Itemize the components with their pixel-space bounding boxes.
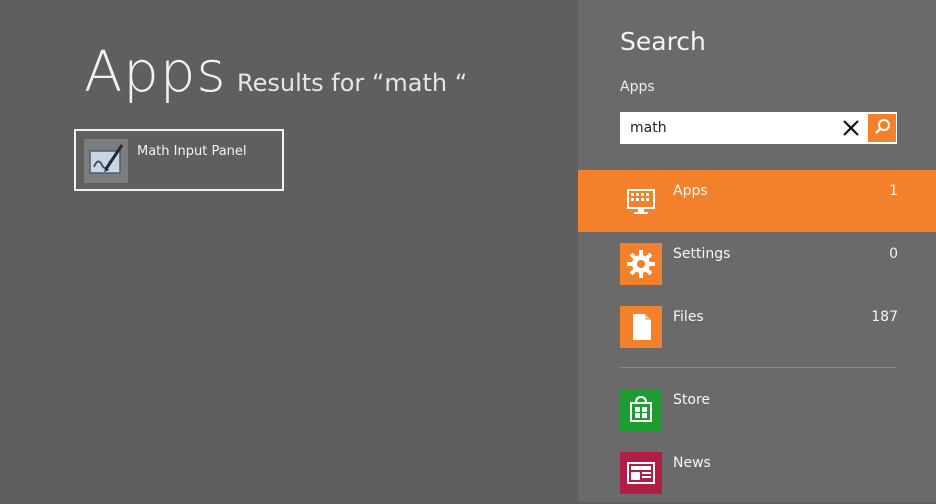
app-news[interactable]: News xyxy=(578,442,936,504)
scope-count: 187 xyxy=(871,309,898,325)
search-pane: Search Apps math Apps 1 Settings 0 Files… xyxy=(578,0,936,502)
store-icon xyxy=(620,389,662,431)
search-pane-title: Search xyxy=(620,27,706,56)
scope-count: 1 xyxy=(889,183,898,199)
clear-search-button[interactable] xyxy=(838,115,864,141)
gear-icon xyxy=(620,243,662,285)
apps-monitor-icon xyxy=(620,180,662,222)
scope-name: Files xyxy=(673,309,704,325)
math-input-panel-icon xyxy=(84,139,128,183)
page-title: Apps xyxy=(84,40,227,105)
news-icon xyxy=(620,452,662,494)
scope-name: Apps xyxy=(673,183,708,199)
scope-divider xyxy=(620,367,897,368)
search-input[interactable] xyxy=(620,112,845,144)
search-go-button[interactable] xyxy=(868,114,896,142)
file-icon xyxy=(620,306,662,348)
app-name: Store xyxy=(673,392,711,408)
app-store[interactable]: Store xyxy=(578,379,936,441)
app-name: News xyxy=(673,455,711,471)
scope-settings[interactable]: Settings 0 xyxy=(578,233,936,295)
scope-name: Settings xyxy=(673,246,731,262)
scope-count: 0 xyxy=(889,246,898,262)
result-tile-label: Math Input Panel xyxy=(137,144,247,159)
scope-apps[interactable]: Apps 1 xyxy=(578,170,936,232)
search-icon xyxy=(875,119,890,134)
close-icon xyxy=(843,120,859,136)
scope-files[interactable]: Files 187 xyxy=(578,296,936,358)
results-for-label: Results for “math “ xyxy=(237,69,468,97)
apps-results-area: Apps Results for “math “ Math Input Pane… xyxy=(0,0,578,502)
search-box xyxy=(620,112,897,144)
result-tile-math-input-panel[interactable]: Math Input Panel xyxy=(74,129,284,191)
search-scope-label: Apps xyxy=(620,79,655,95)
